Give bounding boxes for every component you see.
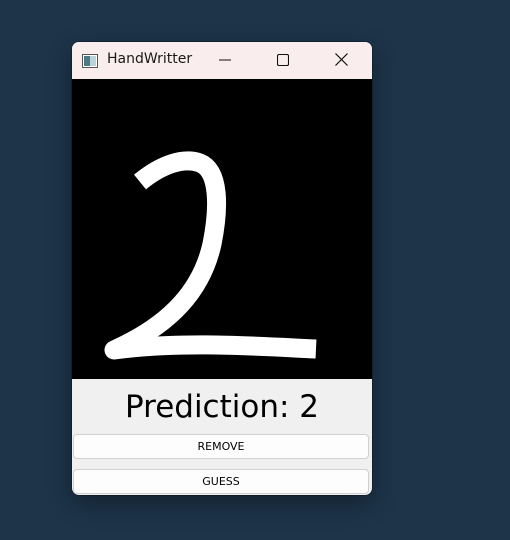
guess-button[interactable]: GUESS: [73, 469, 369, 494]
window-title: HandWritter: [107, 51, 193, 67]
minimize-icon: [219, 51, 231, 70]
title-bar[interactable]: HandWritter: [72, 42, 372, 79]
maximize-button[interactable]: [254, 42, 312, 79]
drawing-canvas[interactable]: [72, 79, 372, 379]
handwritten-stroke: [104, 151, 317, 360]
app-window: HandWritter Prediction: 2 REMOVE GUESS: [72, 42, 372, 495]
prediction-label: Prediction: 2: [124, 389, 320, 425]
close-icon: [334, 51, 348, 70]
minimize-button[interactable]: [196, 42, 254, 79]
close-button[interactable]: [312, 42, 370, 79]
app-window-icon: [82, 53, 98, 68]
maximize-icon: [276, 51, 290, 70]
remove-button[interactable]: REMOVE: [73, 434, 369, 459]
